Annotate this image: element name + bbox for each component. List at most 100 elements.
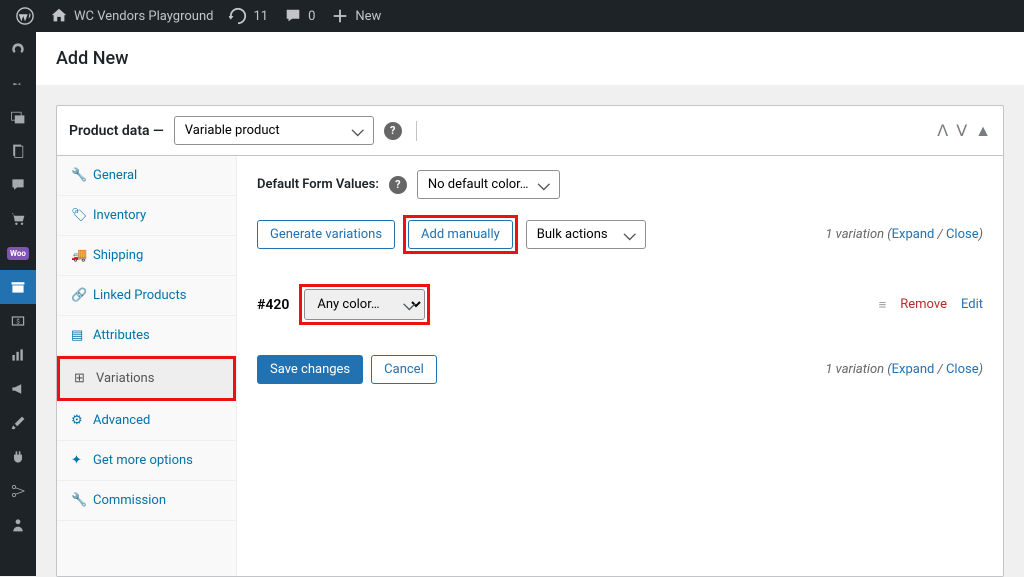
plug-icon bbox=[10, 449, 26, 465]
sidebar-pages[interactable] bbox=[0, 134, 36, 168]
expand-link[interactable]: Expand bbox=[892, 362, 935, 377]
page-header: Add New bbox=[36, 32, 1024, 85]
wp-logo[interactable] bbox=[8, 0, 42, 32]
site-home-link[interactable]: WC Vendors Playground bbox=[42, 0, 221, 32]
cancel-button[interactable]: Cancel bbox=[371, 355, 437, 384]
sidebar-analytics[interactable] bbox=[0, 338, 36, 372]
edit-link[interactable]: Edit bbox=[961, 297, 983, 312]
tab-more-options[interactable]: ✦ Get more options bbox=[57, 441, 236, 481]
sidebar-dashboard[interactable] bbox=[0, 32, 36, 66]
woo-icon: Woo bbox=[7, 247, 29, 260]
help-icon[interactable]: ? bbox=[384, 122, 402, 140]
save-changes-button[interactable]: Save changes bbox=[257, 355, 363, 384]
panel-header: Product data — Variable product ? ᐱ ᐯ ▲ bbox=[57, 106, 1003, 156]
variation-count-bottom: 1 variation (Expand / Close) bbox=[825, 362, 983, 377]
variations-actions-row: Generate variations Add manually Bulk ac… bbox=[257, 215, 983, 254]
chevron-down-icon[interactable]: ᐯ bbox=[956, 121, 967, 141]
comment-icon bbox=[10, 177, 26, 193]
tab-shipping[interactable]: 🚚 Shipping bbox=[57, 236, 236, 276]
tab-label: Advanced bbox=[93, 413, 150, 428]
sidebar-marketing[interactable] bbox=[0, 372, 36, 406]
comment-icon bbox=[284, 7, 302, 25]
panel-title: Product data — bbox=[69, 123, 164, 139]
sidebar-tools[interactable] bbox=[0, 474, 36, 508]
truck-icon: 🚚 bbox=[71, 248, 85, 263]
tab-variations[interactable]: ⊞ Variations bbox=[57, 356, 236, 401]
new-content-link[interactable]: New bbox=[323, 0, 389, 32]
sidebar-woo[interactable]: Woo bbox=[0, 236, 36, 270]
panel-body: 🔧 General 🏷 Inventory 🚚 Shipping 🔗 Linke… bbox=[57, 156, 1003, 576]
sidebar-media[interactable] bbox=[0, 100, 36, 134]
default-values-row: Default Form Values: ? No default color… bbox=[257, 170, 983, 199]
updates-count: 11 bbox=[253, 9, 268, 24]
add-manually-button[interactable]: Add manually bbox=[408, 220, 513, 249]
tab-general[interactable]: 🔧 General bbox=[57, 156, 236, 196]
variation-actions: ≡ Remove Edit bbox=[879, 297, 983, 313]
tab-label: Shipping bbox=[93, 248, 143, 263]
cart-icon bbox=[10, 211, 26, 227]
variation-id: #420 bbox=[257, 297, 289, 313]
remove-link[interactable]: Remove bbox=[900, 297, 947, 312]
tab-label: Commission bbox=[93, 493, 166, 508]
archive-icon bbox=[10, 279, 26, 295]
money-icon: $ bbox=[10, 313, 26, 329]
wp-admin-bar: WC Vendors Playground 11 0 New bbox=[0, 0, 1024, 32]
expand-link[interactable]: Expand bbox=[892, 227, 935, 242]
tab-linked-products[interactable]: 🔗 Linked Products bbox=[57, 276, 236, 316]
sidebar-appearance[interactable] bbox=[0, 406, 36, 440]
sidebar-plugins[interactable] bbox=[0, 440, 36, 474]
tab-label: Variations bbox=[96, 371, 154, 386]
list-icon: ▤ bbox=[71, 328, 85, 343]
tab-label: Linked Products bbox=[93, 288, 186, 303]
close-link[interactable]: Close bbox=[946, 362, 979, 377]
save-row: Save changes Cancel 1 variation (Expand … bbox=[257, 355, 983, 384]
sidebar-users[interactable] bbox=[0, 508, 36, 542]
tab-inventory[interactable]: 🏷 Inventory bbox=[57, 196, 236, 236]
generate-variations-button[interactable]: Generate variations bbox=[257, 220, 395, 249]
wrench-icon: 🔧 bbox=[71, 168, 85, 183]
product-type-select[interactable]: Variable product bbox=[174, 116, 374, 145]
sidebar-pin[interactable] bbox=[0, 66, 36, 100]
main-content: Add New Product data — Variable product … bbox=[36, 32, 1024, 577]
gauge-icon bbox=[10, 41, 26, 57]
product-data-panel: Product data — Variable product ? ᐱ ᐯ ▲ … bbox=[56, 105, 1004, 577]
variation-attribute-select[interactable]: Any color… bbox=[304, 289, 425, 320]
plus-icon bbox=[331, 7, 349, 25]
variation-count-top: 1 variation (Expand / Close) bbox=[825, 227, 983, 242]
pin-icon bbox=[10, 75, 26, 91]
close-link[interactable]: Close bbox=[946, 227, 979, 242]
svg-text:$: $ bbox=[16, 317, 20, 325]
drag-handle-icon[interactable]: ≡ bbox=[879, 297, 887, 313]
sidebar-comments[interactable] bbox=[0, 168, 36, 202]
chevron-up-icon[interactable]: ᐱ bbox=[937, 121, 948, 141]
tab-advanced[interactable]: ⚙ Advanced bbox=[57, 401, 236, 441]
wrench-icon: 🔧 bbox=[71, 493, 85, 508]
panel-controls: ᐱ ᐯ ▲ bbox=[937, 121, 991, 141]
tab-commission[interactable]: 🔧 Commission bbox=[57, 481, 236, 521]
gear-icon: ⚙ bbox=[71, 413, 85, 428]
tab-attributes[interactable]: ▤ Attributes bbox=[57, 316, 236, 356]
scissors-icon bbox=[10, 483, 26, 499]
variations-content: Default Form Values: ? No default color…… bbox=[237, 156, 1003, 576]
media-icon bbox=[10, 109, 26, 125]
user-icon bbox=[10, 517, 26, 533]
grid-icon: ⊞ bbox=[74, 371, 88, 386]
updates-link[interactable]: 11 bbox=[221, 0, 276, 32]
sidebar-money[interactable]: $ bbox=[0, 304, 36, 338]
default-values-select[interactable]: No default color… bbox=[417, 170, 560, 199]
pages-icon bbox=[10, 143, 26, 159]
comments-link[interactable]: 0 bbox=[276, 0, 323, 32]
sidebar-cart[interactable] bbox=[0, 202, 36, 236]
help-icon[interactable]: ? bbox=[389, 176, 407, 194]
new-label: New bbox=[355, 9, 381, 24]
site-name: WC Vendors Playground bbox=[74, 9, 213, 24]
product-tabs: 🔧 General 🏷 Inventory 🚚 Shipping 🔗 Linke… bbox=[57, 156, 237, 576]
default-values-label: Default Form Values: bbox=[257, 177, 379, 192]
collapse-icon[interactable]: ▲ bbox=[975, 121, 991, 141]
bulk-actions-select[interactable]: Bulk actions bbox=[526, 220, 646, 249]
tab-label: General bbox=[93, 168, 137, 183]
sparkle-icon: ✦ bbox=[71, 453, 85, 468]
megaphone-icon bbox=[10, 381, 26, 397]
update-icon bbox=[229, 7, 247, 25]
sidebar-products[interactable] bbox=[0, 270, 36, 304]
